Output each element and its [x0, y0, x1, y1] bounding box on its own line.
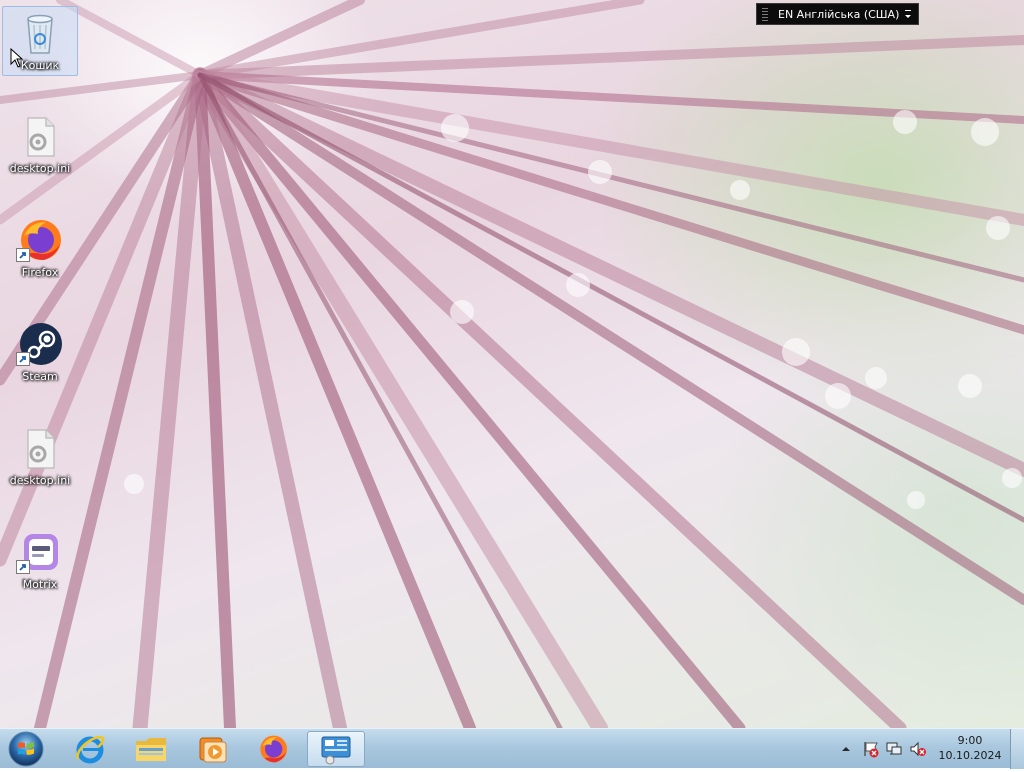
clock-date: 10.10.2024	[938, 749, 1002, 762]
media-player-icon	[199, 737, 227, 763]
desktop-icon-label: Кошик	[20, 59, 60, 72]
desktop-icon-motrix[interactable]: Motrix	[2, 526, 78, 596]
internet-explorer-icon	[76, 736, 105, 764]
wallpaper-flower-rays	[0, 0, 1024, 728]
show-hidden-icons-chevron[interactable]	[840, 743, 852, 755]
clock-time: 9:00	[957, 734, 983, 747]
volume-muted-icon[interactable]	[909, 740, 927, 758]
steam-icon	[16, 320, 64, 368]
desktop-icon-steam[interactable]: Steam	[2, 318, 78, 388]
desktop-icon-desktop-ini-2[interactable]: desktop.ini	[2, 422, 78, 492]
shortcut-arrow-icon	[16, 248, 30, 262]
desktop-icon-label: desktop.ini	[9, 474, 71, 487]
action-center-icon[interactable]	[862, 740, 880, 758]
language-bar[interactable]: EN Англійська (США)	[756, 3, 919, 25]
settings-file-icon	[16, 424, 64, 472]
desktop-icon-firefox[interactable]: Firefox	[2, 214, 78, 284]
desktop-icon-label: Motrix	[22, 578, 58, 591]
taskbar-remote-desktop[interactable]	[307, 731, 365, 767]
desktop-icon-desktop-ini[interactable]: desktop.ini	[2, 110, 78, 180]
show-desktop-button[interactable]	[1010, 729, 1024, 769]
settings-file-icon	[16, 112, 64, 160]
desktop-icon-label: Steam	[22, 370, 58, 383]
file-explorer-icon	[136, 738, 166, 761]
language-options-icon[interactable]	[902, 6, 914, 22]
input-language-label[interactable]: EN Англійська (США)	[778, 8, 902, 21]
taskbar-media-player[interactable]	[183, 731, 241, 767]
taskbar-firefox[interactable]	[244, 731, 302, 767]
taskbar-clock[interactable]: 9:00 10.10.2024	[936, 733, 1004, 765]
motrix-icon	[16, 528, 64, 576]
firefox-icon	[260, 735, 287, 763]
mouse-cursor-icon	[10, 48, 24, 68]
desktop-icon-label: desktop.ini	[9, 162, 71, 175]
grip-handle-icon[interactable]	[760, 6, 770, 22]
windows-start-icon	[8, 731, 44, 767]
firefox-icon	[16, 216, 64, 264]
desktop-icon-label: Firefox	[21, 266, 59, 279]
network-icon[interactable]	[885, 740, 903, 758]
remote-desktop-icon	[321, 736, 351, 765]
taskbar: 9:00 10.10.2024	[0, 728, 1024, 769]
desktop-wallpaper[interactable]: Кошик desktop.ini Firefox Steam desktop.…	[0, 0, 1024, 728]
start-button[interactable]	[4, 730, 48, 768]
taskbar-file-explorer[interactable]	[122, 731, 180, 767]
taskbar-internet-explorer[interactable]	[61, 731, 119, 767]
shortcut-arrow-icon	[16, 352, 30, 366]
shortcut-arrow-icon	[16, 560, 30, 574]
